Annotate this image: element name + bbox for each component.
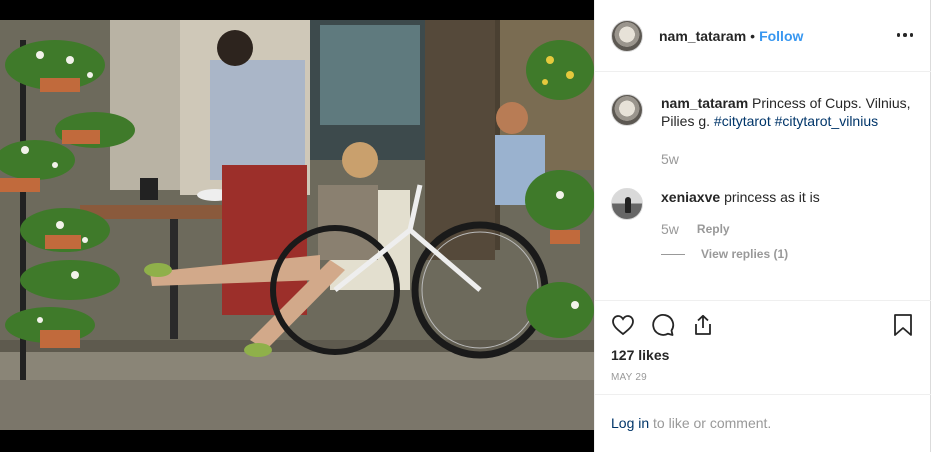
commenter-avatar[interactable] — [611, 188, 643, 220]
comment-item: xeniaxve princess as it is 5w Reply — [611, 188, 911, 238]
login-prompt-text: to like or comment. — [649, 415, 772, 431]
caption: nam_tataram Princess of Cups. Vilnius, P… — [611, 94, 911, 168]
comment-icon[interactable] — [651, 313, 675, 337]
share-icon[interactable] — [691, 313, 715, 337]
more-options-icon[interactable] — [895, 27, 915, 43]
comment-time[interactable]: 5w — [661, 220, 679, 238]
post-photo[interactable] — [0, 0, 594, 452]
post-actions: 127 likes MAY 29 — [595, 300, 931, 394]
author-username[interactable]: nam_tataram — [659, 28, 746, 44]
hashtag-link[interactable]: #citytarot_vilnius — [775, 113, 879, 129]
heart-icon[interactable] — [611, 313, 635, 337]
comment-body: xeniaxve princess as it is 5w Reply — [661, 188, 911, 238]
replies-divider — [661, 253, 685, 255]
caption-time[interactable]: 5w — [661, 150, 679, 168]
commenter-username[interactable]: xeniaxve — [661, 189, 720, 205]
street-cafe-photo — [0, 0, 594, 452]
author-avatar[interactable] — [611, 19, 643, 52]
login-link[interactable]: Log in — [611, 415, 649, 431]
post-date[interactable]: MAY 29 — [611, 372, 647, 383]
reply-button[interactable]: Reply — [697, 220, 730, 238]
header-separator: • — [750, 27, 756, 44]
hashtag-link[interactable]: #citytarot — [714, 113, 771, 129]
login-prompt: Log in to like or comment. — [595, 394, 931, 452]
post-side-panel: nam_tataram • Follow nam_tataram Princes… — [594, 0, 931, 452]
post-header: nam_tataram • Follow — [595, 0, 931, 72]
follow-button[interactable]: Follow — [759, 28, 803, 44]
view-replies-label: View replies (1) — [701, 247, 789, 261]
likes-count[interactable]: 127 likes — [611, 347, 669, 363]
action-icons — [611, 313, 715, 337]
comment-text: princess as it is — [724, 189, 820, 205]
caption-body: nam_tataram Princess of Cups. Vilnius, P… — [661, 94, 911, 168]
comments-section: nam_tataram Princess of Cups. Vilnius, P… — [595, 72, 931, 300]
caption-meta: 5w — [661, 150, 911, 168]
caption-username[interactable]: nam_tataram — [661, 95, 748, 111]
bookmark-icon[interactable] — [891, 313, 915, 337]
caption-avatar[interactable] — [611, 94, 643, 126]
comment-meta: 5w Reply — [661, 220, 911, 238]
view-replies-button[interactable]: View replies (1) — [661, 247, 788, 261]
